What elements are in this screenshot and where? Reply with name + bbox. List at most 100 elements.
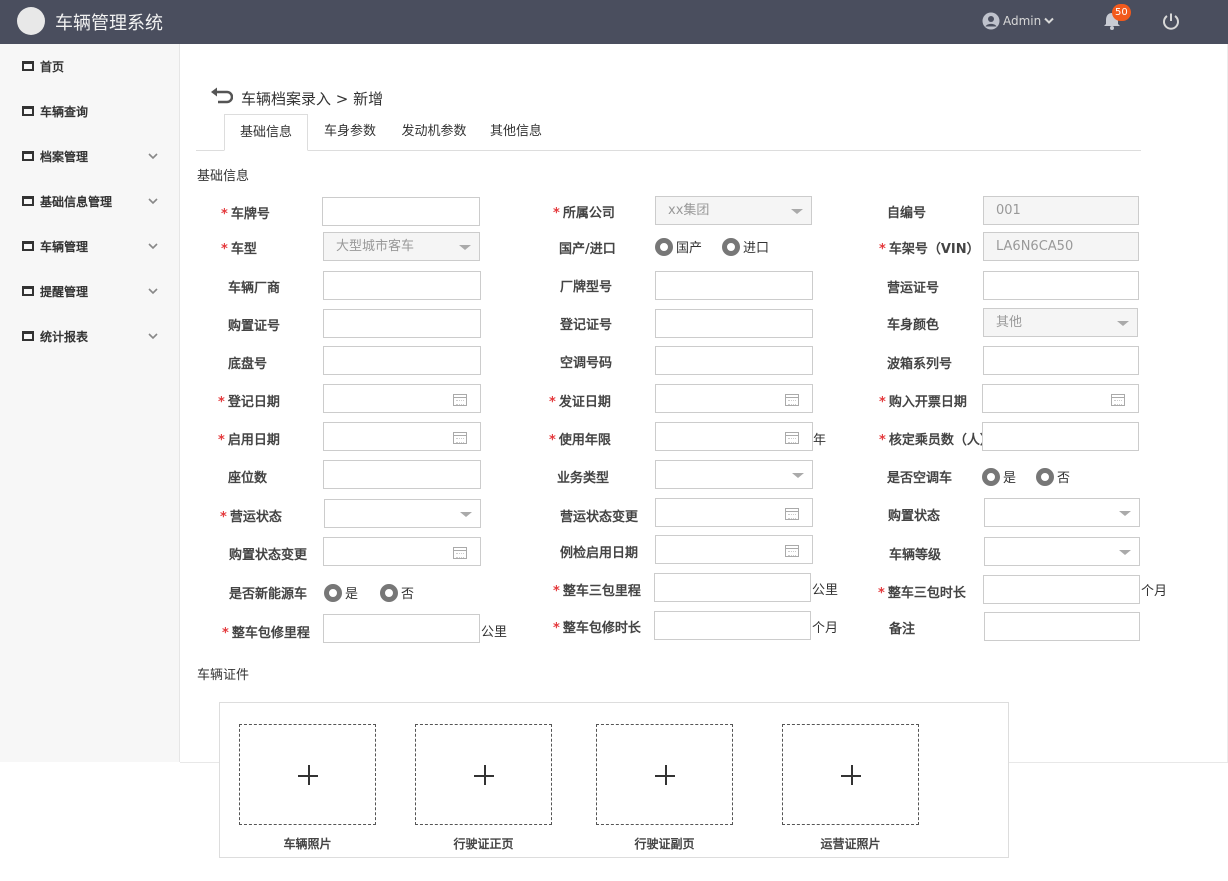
vehicle-level-select[interactable] [984,537,1140,566]
chevron-down-icon [148,333,158,340]
upload-vehicle-photo[interactable] [239,724,376,825]
new-energy-label: 是否新能源车 [229,587,308,602]
remark-input[interactable] [984,612,1140,641]
has-ac-no-radio[interactable] [1036,467,1055,486]
register-cert-input[interactable] [655,309,813,338]
certificate-upload-panel: 车辆照片 行驶证正页 行驶证副页 运营证照片 [219,702,1009,858]
op-status-select[interactable] [324,499,481,528]
service-years-input[interactable] [655,422,813,451]
tab-body-params[interactable]: 车身参数 [312,114,388,151]
new-energy-yes-radio[interactable] [324,583,342,602]
warranty3-mileage-input[interactable] [654,573,811,602]
maker-label: 车辆厂商 [228,281,281,296]
seat-count-label: 座位数 [228,471,268,486]
invoice-date-label: * 购入开票日期 [879,395,967,410]
chevron-down-icon [148,153,158,160]
gearbox-serial-input[interactable] [983,346,1139,375]
repair-duration-input[interactable] [654,611,811,640]
sidebar-item-archive[interactable]: 档案管理 [0,141,180,171]
tab-other-info[interactable]: 其他信息 [480,114,552,151]
self-no-input[interactable]: 001 [983,196,1139,225]
caret-down-icon [460,512,472,517]
purchase-cert-label: 购置证号 [228,319,281,334]
remark-label: 备注 [889,622,916,637]
warranty3-mileage-unit: 公里 [812,583,839,598]
inspection-start-input[interactable] [655,535,813,564]
inspection-start-label: 例检启用日期 [560,546,639,561]
warranty3-duration-label: * 整车三包时长 [878,586,966,601]
back-arrow-icon[interactable] [209,86,233,106]
brand-model-input[interactable] [655,271,813,300]
sidebar-item-vehicle-mgmt[interactable]: 车辆管理 [0,231,180,261]
seat-count-input[interactable] [323,460,481,489]
has-ac-yes-radio[interactable] [982,467,1000,486]
upload-operating-cert[interactable] [782,724,919,825]
business-type-select[interactable] [655,460,813,489]
vin-input[interactable]: LA6N6CA50 [983,232,1139,261]
op-status-change-input[interactable] [655,498,813,527]
self-no-label: 自编号 [887,206,927,221]
has-ac-radio-group: 是 否 [982,467,1090,486]
caret-down-icon [459,245,471,250]
top-bar: 车辆管理系统 Admin 50 [0,0,1228,44]
model-label: * 车型 [221,242,257,257]
upload-license-back[interactable] [596,724,733,825]
new-energy-radio-group: 是 否 [324,583,434,602]
sidebar-item-reports[interactable]: 统计报表 [0,321,180,351]
new-energy-no-radio[interactable] [380,583,399,602]
notification-badge: 50 [1112,4,1131,21]
caret-down-icon [792,473,804,478]
list-icon [22,286,34,296]
operating-cert-input[interactable] [983,271,1139,300]
purchase-cert-input[interactable] [323,309,481,338]
section-title-certificates: 车辆证件 [197,668,250,683]
caret-down-icon [1119,511,1131,516]
upload-label-license-back: 行驶证副页 [634,837,695,851]
company-select[interactable]: xx集团 [655,196,812,225]
caret-down-icon [1119,550,1131,555]
ac-no-input[interactable] [655,346,813,375]
model-select[interactable]: 大型城市客车 [323,232,480,261]
purchase-status-label: 购置状态 [888,509,941,524]
op-status-change-label: 营运状态变更 [560,510,639,525]
upload-license-front[interactable] [415,724,552,825]
sidebar: 首页 车辆查询 档案管理 基础信息管理 车辆管理 提醒管理 统计报表 [0,44,180,762]
tab-basic-info[interactable]: 基础信息 [224,114,308,151]
chassis-input[interactable] [323,346,481,375]
has-ac-label: 是否空调车 [887,471,953,486]
maker-input[interactable] [323,271,481,300]
start-date-input[interactable] [323,422,481,451]
plus-icon-stem [665,765,667,785]
register-date-input[interactable] [323,384,481,413]
plus-icon-stem [484,765,486,785]
sidebar-item-home[interactable]: 首页 [0,51,180,81]
body-color-select[interactable]: 其他 [983,308,1138,337]
warranty3-duration-input[interactable] [983,575,1140,604]
gearbox-serial-label: 波箱系列号 [887,357,953,372]
invoice-date-input[interactable] [982,384,1139,413]
vin-label: * 车架号（VIN） [879,242,980,257]
upload-label-operating-cert: 运营证照片 [820,837,881,851]
warranty3-duration-unit: 个月 [1141,584,1168,599]
issue-date-input[interactable] [655,384,813,413]
purchase-status-change-input[interactable] [323,537,481,566]
calendar-icon [785,545,799,557]
section-title-basic: 基础信息 [197,169,250,184]
origin-import-radio[interactable] [722,237,741,256]
sidebar-item-reminder[interactable]: 提醒管理 [0,276,180,306]
sidebar-item-vehicle-query[interactable]: 车辆查询 [0,96,180,126]
power-icon[interactable] [1161,11,1181,31]
origin-domestic-radio[interactable] [655,237,673,256]
tab-engine-params[interactable]: 发动机参数 [392,114,476,151]
user-menu[interactable]: Admin [982,12,1054,30]
repair-mileage-input[interactable] [323,614,480,643]
app-title: 车辆管理系统 [55,13,163,34]
calendar-icon [785,432,799,444]
purchase-status-select[interactable] [984,498,1140,527]
repair-mileage-label: * 整车包修里程 [222,626,310,641]
sidebar-item-basic-info[interactable]: 基础信息管理 [0,186,180,216]
caret-down-icon [791,209,803,214]
seats-rated-input[interactable] [982,422,1139,451]
plate-input[interactable] [322,197,480,226]
caret-down-icon [1117,321,1129,326]
